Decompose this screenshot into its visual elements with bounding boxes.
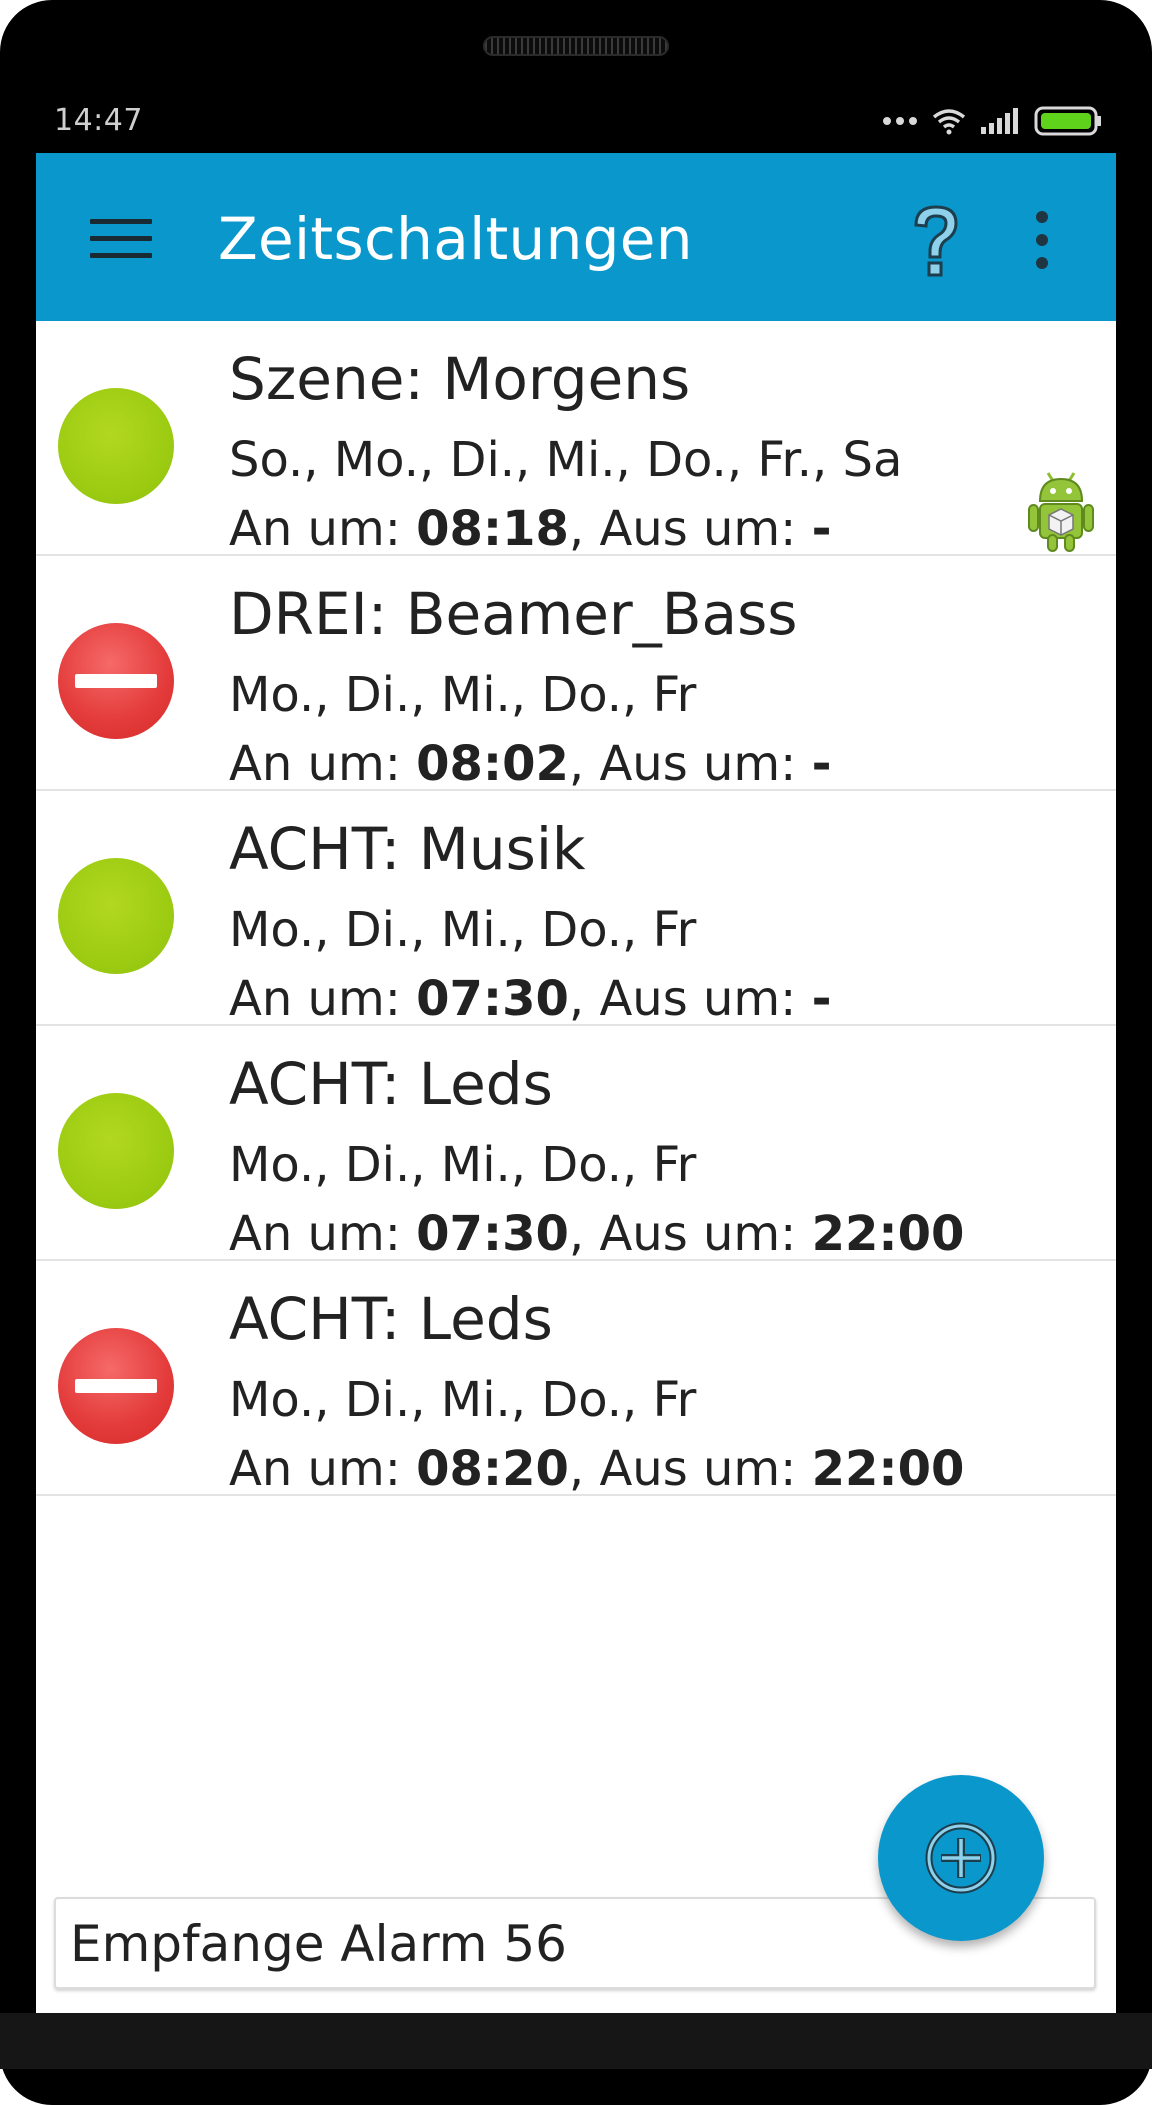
off-time: - (811, 501, 832, 557)
status-bar-time: 14:47 (54, 103, 143, 138)
on-label: An um: (229, 736, 417, 792)
alarm-status-text: Empfange Alarm 56 (70, 1915, 567, 1973)
off-label: , Aus um: (568, 1441, 812, 1497)
battery-icon (1034, 106, 1101, 136)
overflow-menu-icon[interactable] (1034, 211, 1050, 271)
off-time: 22:00 (811, 1441, 965, 1497)
app-bar: Zeitschaltungen (36, 153, 1116, 321)
timer-title: ACHT: Leds (229, 1285, 553, 1353)
on-label: An um: (229, 1206, 417, 1262)
on-time: 07:30 (416, 1206, 569, 1262)
on-time: 07:30 (416, 971, 569, 1027)
off-time: - (811, 736, 832, 792)
timer-times: An um: 08:18, Aus um: - (229, 501, 832, 557)
on-time: 08:02 (416, 736, 569, 792)
app-screen: Zeitschaltungen Szene: Morgens So., Mo.,… (36, 153, 1116, 2013)
status-bar-icons (882, 106, 1102, 136)
timer-days: Mo., Di., Mi., Do., Fr (229, 902, 697, 958)
on-time: 08:18 (416, 501, 569, 557)
help-icon[interactable] (908, 201, 964, 281)
timer-times: An um: 08:02, Aus um: - (229, 736, 832, 792)
timer-times: An um: 07:30, Aus um: 22:00 (229, 1206, 964, 1262)
android-icon (1028, 472, 1094, 552)
active-status-icon[interactable] (58, 858, 174, 974)
timer-days: So., Mo., Di., Mi., Do., Fr., Sa (229, 432, 903, 488)
device-bottom-bar (0, 2013, 1152, 2069)
menu-icon[interactable] (90, 219, 152, 259)
add-timer-button[interactable] (878, 1775, 1044, 1941)
timer-title: ACHT: Musik (229, 815, 586, 883)
on-label: An um: (229, 501, 417, 557)
active-status-icon[interactable] (58, 1093, 174, 1209)
timer-days: Mo., Di., Mi., Do., Fr (229, 1137, 697, 1193)
wifi-icon (932, 109, 966, 135)
device-speaker (483, 36, 669, 56)
list-item[interactable]: Szene: Morgens So., Mo., Di., Mi., Do., … (36, 321, 1116, 557)
timer-list: Szene: Morgens So., Mo., Di., Mi., Do., … (36, 321, 1116, 1497)
disabled-status-icon[interactable] (58, 623, 174, 739)
timer-title: ACHT: Leds (229, 1050, 553, 1118)
list-item[interactable]: DREI: Beamer_Bass Mo., Di., Mi., Do., Fr… (36, 556, 1116, 792)
off-time: 22:00 (811, 1206, 965, 1262)
off-label: , Aus um: (568, 1206, 812, 1262)
timer-times: An um: 08:20, Aus um: 22:00 (229, 1441, 964, 1497)
timer-title: Szene: Morgens (229, 345, 691, 413)
timer-times: An um: 07:30, Aus um: - (229, 971, 832, 1027)
list-item[interactable]: ACHT: Leds Mo., Di., Mi., Do., Fr An um:… (36, 1026, 1116, 1262)
list-item[interactable]: ACHT: Leds Mo., Di., Mi., Do., Fr An um:… (36, 1261, 1116, 1497)
list-item[interactable]: ACHT: Musik Mo., Di., Mi., Do., Fr An um… (36, 791, 1116, 1027)
disabled-status-icon[interactable] (58, 1328, 174, 1444)
off-label: , Aus um: (568, 971, 812, 1027)
on-label: An um: (229, 971, 417, 1027)
device-frame: 14:47 Zeitschaltungen Szene: Morgens So.… (0, 0, 1152, 2105)
more-dots-icon (883, 117, 917, 125)
off-label: , Aus um: (568, 501, 812, 557)
on-time: 08:20 (416, 1441, 569, 1497)
page-title: Zeitschaltungen (218, 205, 693, 273)
signal-icon (981, 108, 1018, 134)
add-circle-icon (925, 1822, 997, 1894)
timer-days: Mo., Di., Mi., Do., Fr (229, 1372, 697, 1428)
timer-title: DREI: Beamer_Bass (229, 580, 798, 648)
active-status-icon[interactable] (58, 388, 174, 504)
off-label: , Aus um: (568, 736, 812, 792)
timer-days: Mo., Di., Mi., Do., Fr (229, 667, 697, 723)
on-label: An um: (229, 1441, 417, 1497)
off-time: - (811, 971, 832, 1027)
